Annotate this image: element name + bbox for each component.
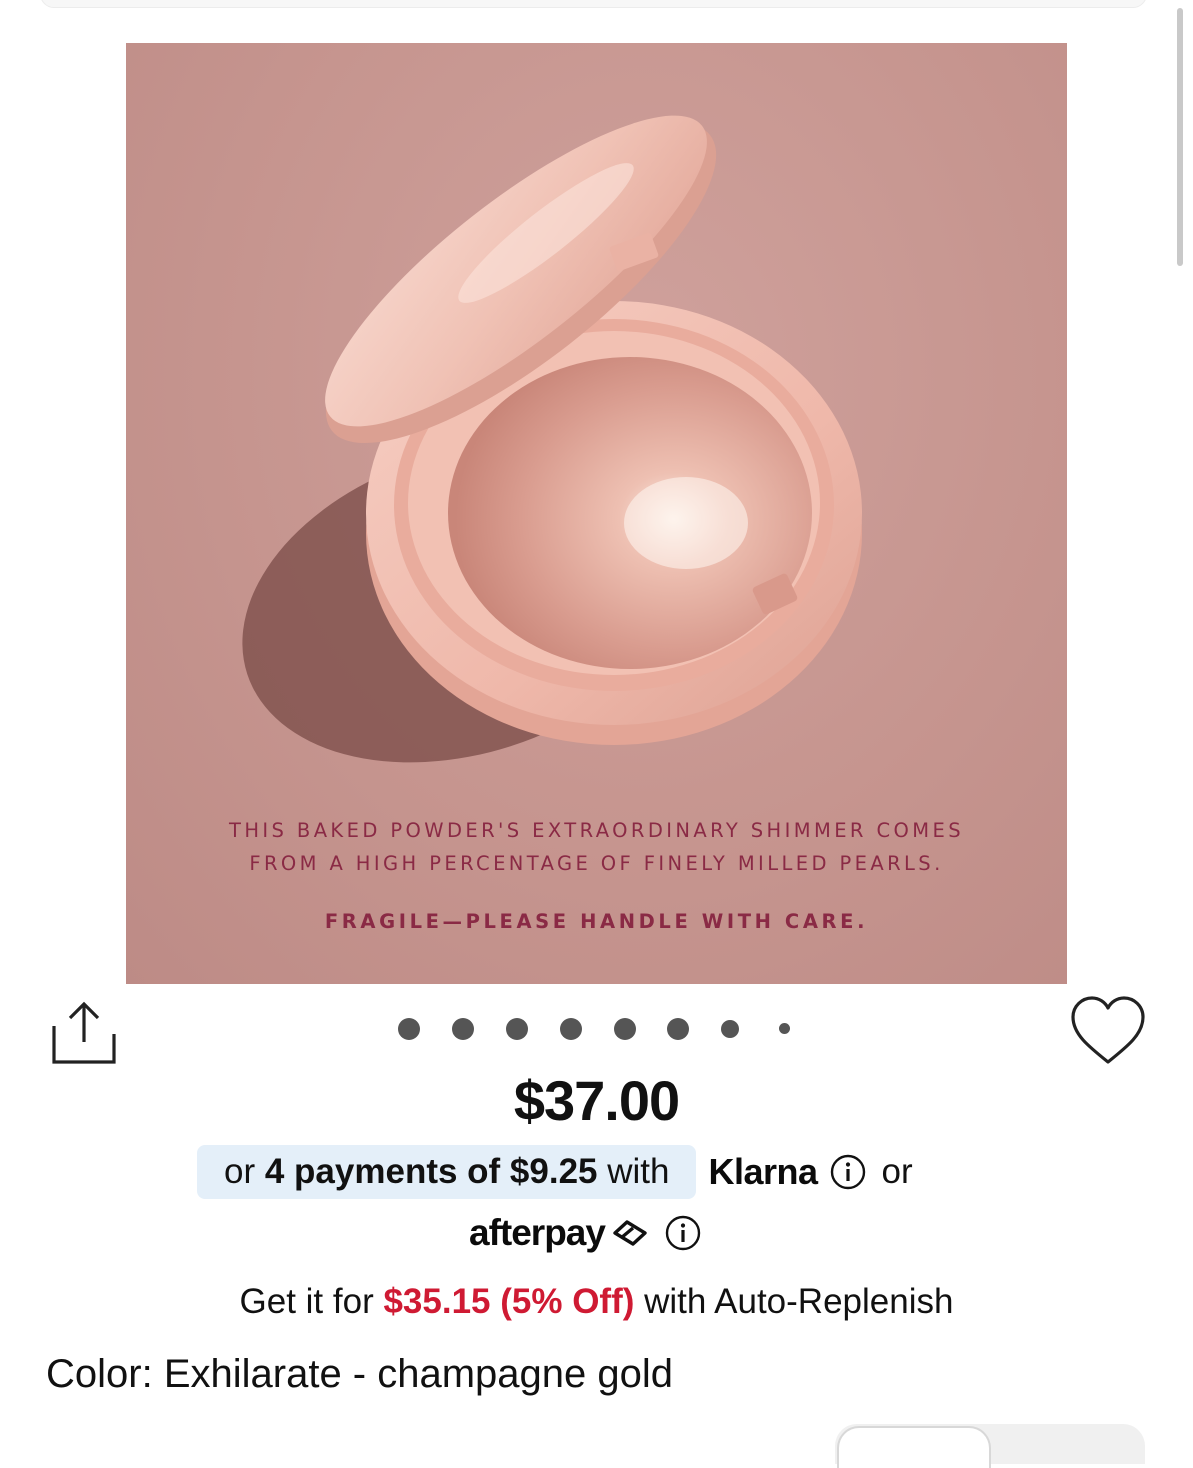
info-icon[interactable]	[665, 1215, 701, 1251]
page-scrollbar[interactable]	[1177, 8, 1183, 266]
klarna-payment-amount: 4 payments of $9.25	[264, 1152, 598, 1191]
share-button[interactable]	[48, 1000, 118, 1070]
replenish-prefix: Get it for	[239, 1282, 384, 1321]
klarna-suffix: with	[597, 1152, 670, 1191]
replenish-discount: $35.15 (5% Off)	[383, 1282, 635, 1321]
hero-caption: THIS BAKED POWDER'S EXTRAORDINARY SHIMME…	[126, 814, 1067, 880]
product-image[interactable]: THIS BAKED POWDER'S EXTRAORDINARY SHIMME…	[126, 43, 1067, 984]
info-icon[interactable]	[830, 1154, 866, 1190]
carousel-dot[interactable]	[779, 1023, 790, 1034]
carousel-dot[interactable]	[614, 1018, 636, 1040]
afterpay-installments: afterpay	[469, 1208, 701, 1258]
selected-color-label: Color: Exhilarate - champagne gold	[46, 1352, 674, 1396]
carousel-dot[interactable]	[560, 1018, 582, 1040]
carousel-pagination	[396, 1014, 796, 1042]
klarna-logo: Klarna	[708, 1151, 818, 1192]
search-bar-edge	[40, 0, 1147, 8]
heart-icon	[1071, 996, 1145, 1064]
replenish-suffix: with Auto-Replenish	[634, 1282, 954, 1321]
shade-selector-tabs[interactable]	[835, 1424, 1145, 1468]
carousel-dot[interactable]	[398, 1018, 420, 1040]
carousel-dot[interactable]	[667, 1018, 689, 1040]
payment-or-text: or	[881, 1152, 913, 1191]
carousel-dot[interactable]	[506, 1018, 528, 1040]
klarna-installments: or 4 payments of $9.25 with Klarna or	[197, 1145, 913, 1199]
product-price: $37.00	[513, 1069, 680, 1132]
hero-care-note: FRAGILE—PLEASE HANDLE WITH CARE.	[324, 910, 869, 933]
klarna-payment-pill[interactable]: or 4 payments of $9.25 with	[197, 1145, 697, 1199]
afterpay-logo: afterpay	[469, 1212, 606, 1253]
auto-replenish-offer[interactable]: Get it for $35.15 (5% Off) with Auto-Rep…	[0, 1282, 1193, 1322]
afterpay-arrows-icon	[613, 1220, 647, 1246]
favorite-button[interactable]	[1068, 994, 1148, 1068]
carousel-dot[interactable]	[721, 1020, 739, 1038]
hero-caption-line-2: FROM A HIGH PERCENTAGE OF FINELY MILLED …	[249, 852, 944, 875]
share-icon	[52, 1001, 116, 1064]
hero-caption-line-1: THIS BAKED POWDER'S EXTRAORDINARY SHIMME…	[229, 819, 964, 842]
klarna-prefix: or	[224, 1152, 265, 1191]
carousel-dot[interactable]	[452, 1018, 474, 1040]
